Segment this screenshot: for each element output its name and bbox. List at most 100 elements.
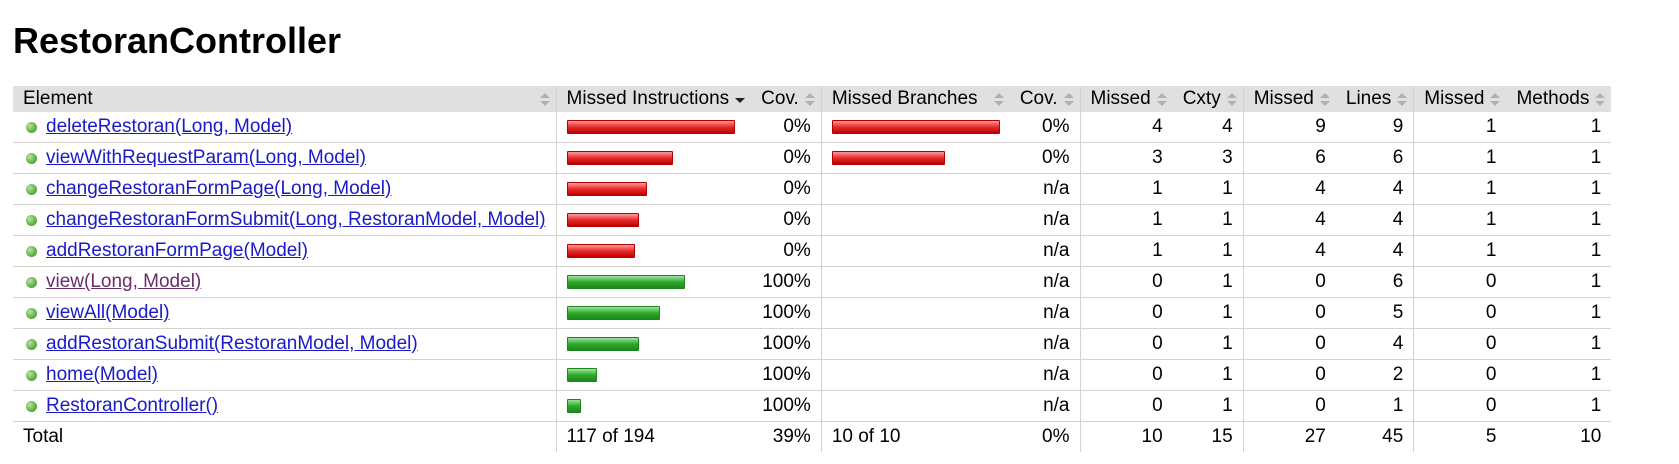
missed-methods: 0	[1413, 390, 1507, 422]
element-cell: addRestoranFormPage(Model)	[13, 235, 557, 267]
header-missed-cxty[interactable]: Missed	[1079, 86, 1173, 112]
missed-methods: 1	[1413, 112, 1507, 143]
method-dot-icon	[26, 369, 37, 381]
instructions-bar-cell	[555, 328, 752, 360]
methods: 1	[1506, 297, 1612, 329]
page-title: RestoranController	[13, 20, 342, 61]
covered-instructions-bar	[566, 274, 685, 289]
lines: 2	[1335, 359, 1414, 391]
missed-methods: 0	[1413, 359, 1507, 391]
method-link[interactable]: viewWithRequestParam(Long, Model)	[46, 147, 366, 169]
branches-coverage: n/a	[1009, 266, 1080, 298]
lines: 4	[1335, 204, 1414, 236]
branches-coverage: n/a	[1009, 390, 1080, 422]
instructions-coverage: 100%	[751, 328, 822, 360]
method-link[interactable]: changeRestoranFormPage(Long, Model)	[46, 178, 391, 200]
total-missed-cxty: 10	[1079, 421, 1173, 452]
missed-cxty: 0	[1079, 390, 1173, 422]
instructions-coverage: 100%	[751, 297, 822, 329]
header-missed-lines[interactable]: Missed	[1242, 86, 1336, 112]
total-row: Total 117 of 194 39% 10 of 10 0% 10 15 2…	[13, 421, 1611, 452]
instructions-bar-cell	[555, 173, 752, 205]
methods: 1	[1506, 173, 1612, 205]
table-row: view(Long, Model) 100% n/a 0 1 0 6 0 1	[13, 266, 1612, 298]
covered-instructions-bar	[566, 398, 581, 413]
total-instructions: 117 of 194	[555, 421, 752, 452]
lines: 4	[1335, 235, 1414, 267]
cxty: 1	[1172, 297, 1244, 329]
instructions-bar-cell	[555, 390, 752, 422]
cxty: 3	[1172, 142, 1244, 174]
methods: 1	[1506, 112, 1612, 143]
instructions-coverage: 100%	[751, 266, 822, 298]
total-cxty: 15	[1211, 426, 1233, 447]
branches-bar-cell	[820, 328, 1010, 360]
header-methods[interactable]: Methods	[1506, 86, 1612, 112]
method-dot-icon	[26, 400, 37, 412]
missed-lines: 0	[1242, 359, 1336, 391]
table-row: viewWithRequestParam(Long, Model) 0% 0% 3 3 6…	[13, 142, 1612, 174]
cxty: 1	[1172, 266, 1244, 298]
lines: 9	[1335, 112, 1414, 143]
instructions-coverage: 0%	[751, 235, 822, 267]
cxty: 1	[1172, 328, 1244, 360]
methods: 1	[1506, 204, 1612, 236]
method-link[interactable]: addRestoranSubmit(RestoranModel, Model)	[46, 333, 418, 355]
method-dot-icon	[26, 307, 37, 319]
branches-bar-cell	[820, 112, 1010, 143]
branches-bar-cell	[820, 266, 1010, 298]
missed-instructions-bar	[566, 181, 647, 196]
header-missed-branches[interactable]: Missed Branches	[820, 86, 1010, 112]
branches-bar-cell	[820, 142, 1010, 174]
method-link[interactable]: view(Long, Model)	[46, 271, 201, 293]
element-cell: changeRestoranFormSubmit(Long, RestoranM…	[13, 204, 557, 236]
covered-instructions-bar	[566, 336, 639, 351]
header-missed-instructions[interactable]: Missed Instructions	[555, 86, 752, 112]
coverage-table: Element Missed Instructions Cov. Missed …	[13, 86, 1612, 452]
method-link[interactable]: changeRestoranFormSubmit(Long, RestoranM…	[46, 209, 546, 231]
branches-bar-cell	[820, 359, 1010, 391]
branches-coverage: n/a	[1009, 328, 1080, 360]
instructions-bar-cell	[555, 142, 752, 174]
missed-methods: 0	[1413, 297, 1507, 329]
table-row: viewAll(Model) 100% n/a 0 1 0 5 0 1	[13, 297, 1612, 329]
method-dot-icon	[26, 338, 37, 350]
method-link[interactable]: deleteRestoran(Long, Model)	[46, 116, 292, 138]
method-link[interactable]: RestoranController()	[46, 395, 218, 417]
method-link[interactable]: addRestoranFormPage(Model)	[46, 240, 308, 262]
sort-arrows-icon	[1063, 93, 1074, 107]
sort-arrows-icon	[993, 93, 1004, 107]
element-cell: home(Model)	[13, 359, 557, 391]
header-lines[interactable]: Lines	[1335, 86, 1414, 112]
method-link[interactable]: viewAll(Model)	[46, 302, 170, 324]
missed-lines: 4	[1242, 173, 1336, 205]
element-cell: changeRestoranFormPage(Long, Model)	[13, 173, 557, 205]
branches-coverage: 0%	[1009, 112, 1080, 143]
missed-instructions-bar	[566, 119, 735, 134]
sort-arrows-icon	[804, 93, 815, 107]
instructions-bar-cell	[555, 297, 752, 329]
missed-cxty: 0	[1079, 297, 1173, 329]
element-cell: view(Long, Model)	[13, 266, 557, 298]
header-cxty[interactable]: Cxty	[1172, 86, 1244, 112]
table-row: changeRestoranFormPage(Long, Model) 0% n/a…	[13, 173, 1612, 205]
methods: 1	[1506, 390, 1612, 422]
missed-branches-bar	[831, 150, 945, 165]
header-missed-methods[interactable]: Missed	[1413, 86, 1507, 112]
cxty: 4	[1172, 112, 1244, 143]
header-element[interactable]: Element	[13, 86, 557, 112]
instructions-bar-cell	[555, 235, 752, 267]
total-branches-coverage: 0%	[1042, 426, 1070, 447]
cxty: 1	[1172, 359, 1244, 391]
total-lines: 45	[1382, 426, 1404, 447]
instructions-bar-cell	[555, 112, 752, 143]
sort-desc-icon	[735, 93, 746, 107]
missed-branches-bar	[831, 119, 1000, 134]
header-instructions-coverage[interactable]: Cov.	[751, 86, 822, 112]
methods: 1	[1506, 359, 1612, 391]
missed-methods: 0	[1413, 266, 1507, 298]
method-link[interactable]: home(Model)	[46, 364, 158, 386]
element-cell: viewAll(Model)	[13, 297, 557, 329]
methods: 1	[1506, 235, 1612, 267]
header-branches-coverage[interactable]: Cov.	[1009, 86, 1080, 112]
